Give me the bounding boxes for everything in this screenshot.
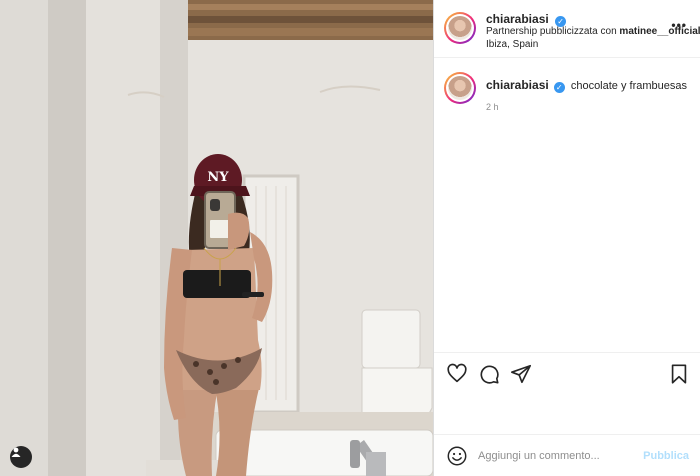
- comment-icon[interactable]: [478, 363, 500, 385]
- caption-text: chiarabiasi ✓ chocolate y frambuesas: [486, 78, 687, 93]
- caption-body: chocolate y frambuesas: [570, 80, 687, 92]
- mirror-selfie-image: NY: [0, 0, 433, 476]
- share-icon[interactable]: [510, 363, 532, 385]
- location-link[interactable]: Ibiza, Spain: [486, 39, 538, 50]
- post-photo[interactable]: NY: [0, 0, 433, 476]
- bookmark-icon[interactable]: [668, 363, 690, 385]
- verified-badge-icon: ✓: [553, 82, 565, 93]
- paid-partnership-label: Partnership pubblicizzata con matinee__o…: [486, 26, 700, 37]
- avatar[interactable]: [444, 12, 476, 44]
- post-timestamp[interactable]: 2 h: [486, 102, 499, 112]
- add-comment-bar: Pubblica: [434, 434, 700, 476]
- user-icon: [11, 447, 21, 457]
- tagged-users-button[interactable]: [10, 446, 32, 468]
- more-options-icon[interactable]: •••: [671, 19, 687, 31]
- publish-button[interactable]: Pubblica: [643, 450, 689, 462]
- avatar[interactable]: [444, 72, 476, 104]
- emoji-icon[interactable]: [446, 445, 468, 467]
- post-side-panel: chiarabiasi ✓ Partnership pubblicizzata …: [433, 0, 700, 476]
- caption-username[interactable]: chiarabiasi: [486, 78, 549, 92]
- partnership-prefix: Partnership pubblicizzata con: [486, 26, 617, 37]
- partner-link[interactable]: matinee__official: [619, 26, 700, 37]
- action-bar: [434, 352, 700, 396]
- author-username[interactable]: chiarabiasi: [486, 12, 549, 26]
- heart-icon[interactable]: [446, 363, 468, 385]
- cap-logo: NY: [207, 170, 229, 185]
- comment-input[interactable]: [478, 445, 638, 467]
- post-header: chiarabiasi ✓ Partnership pubblicizzata …: [434, 0, 700, 58]
